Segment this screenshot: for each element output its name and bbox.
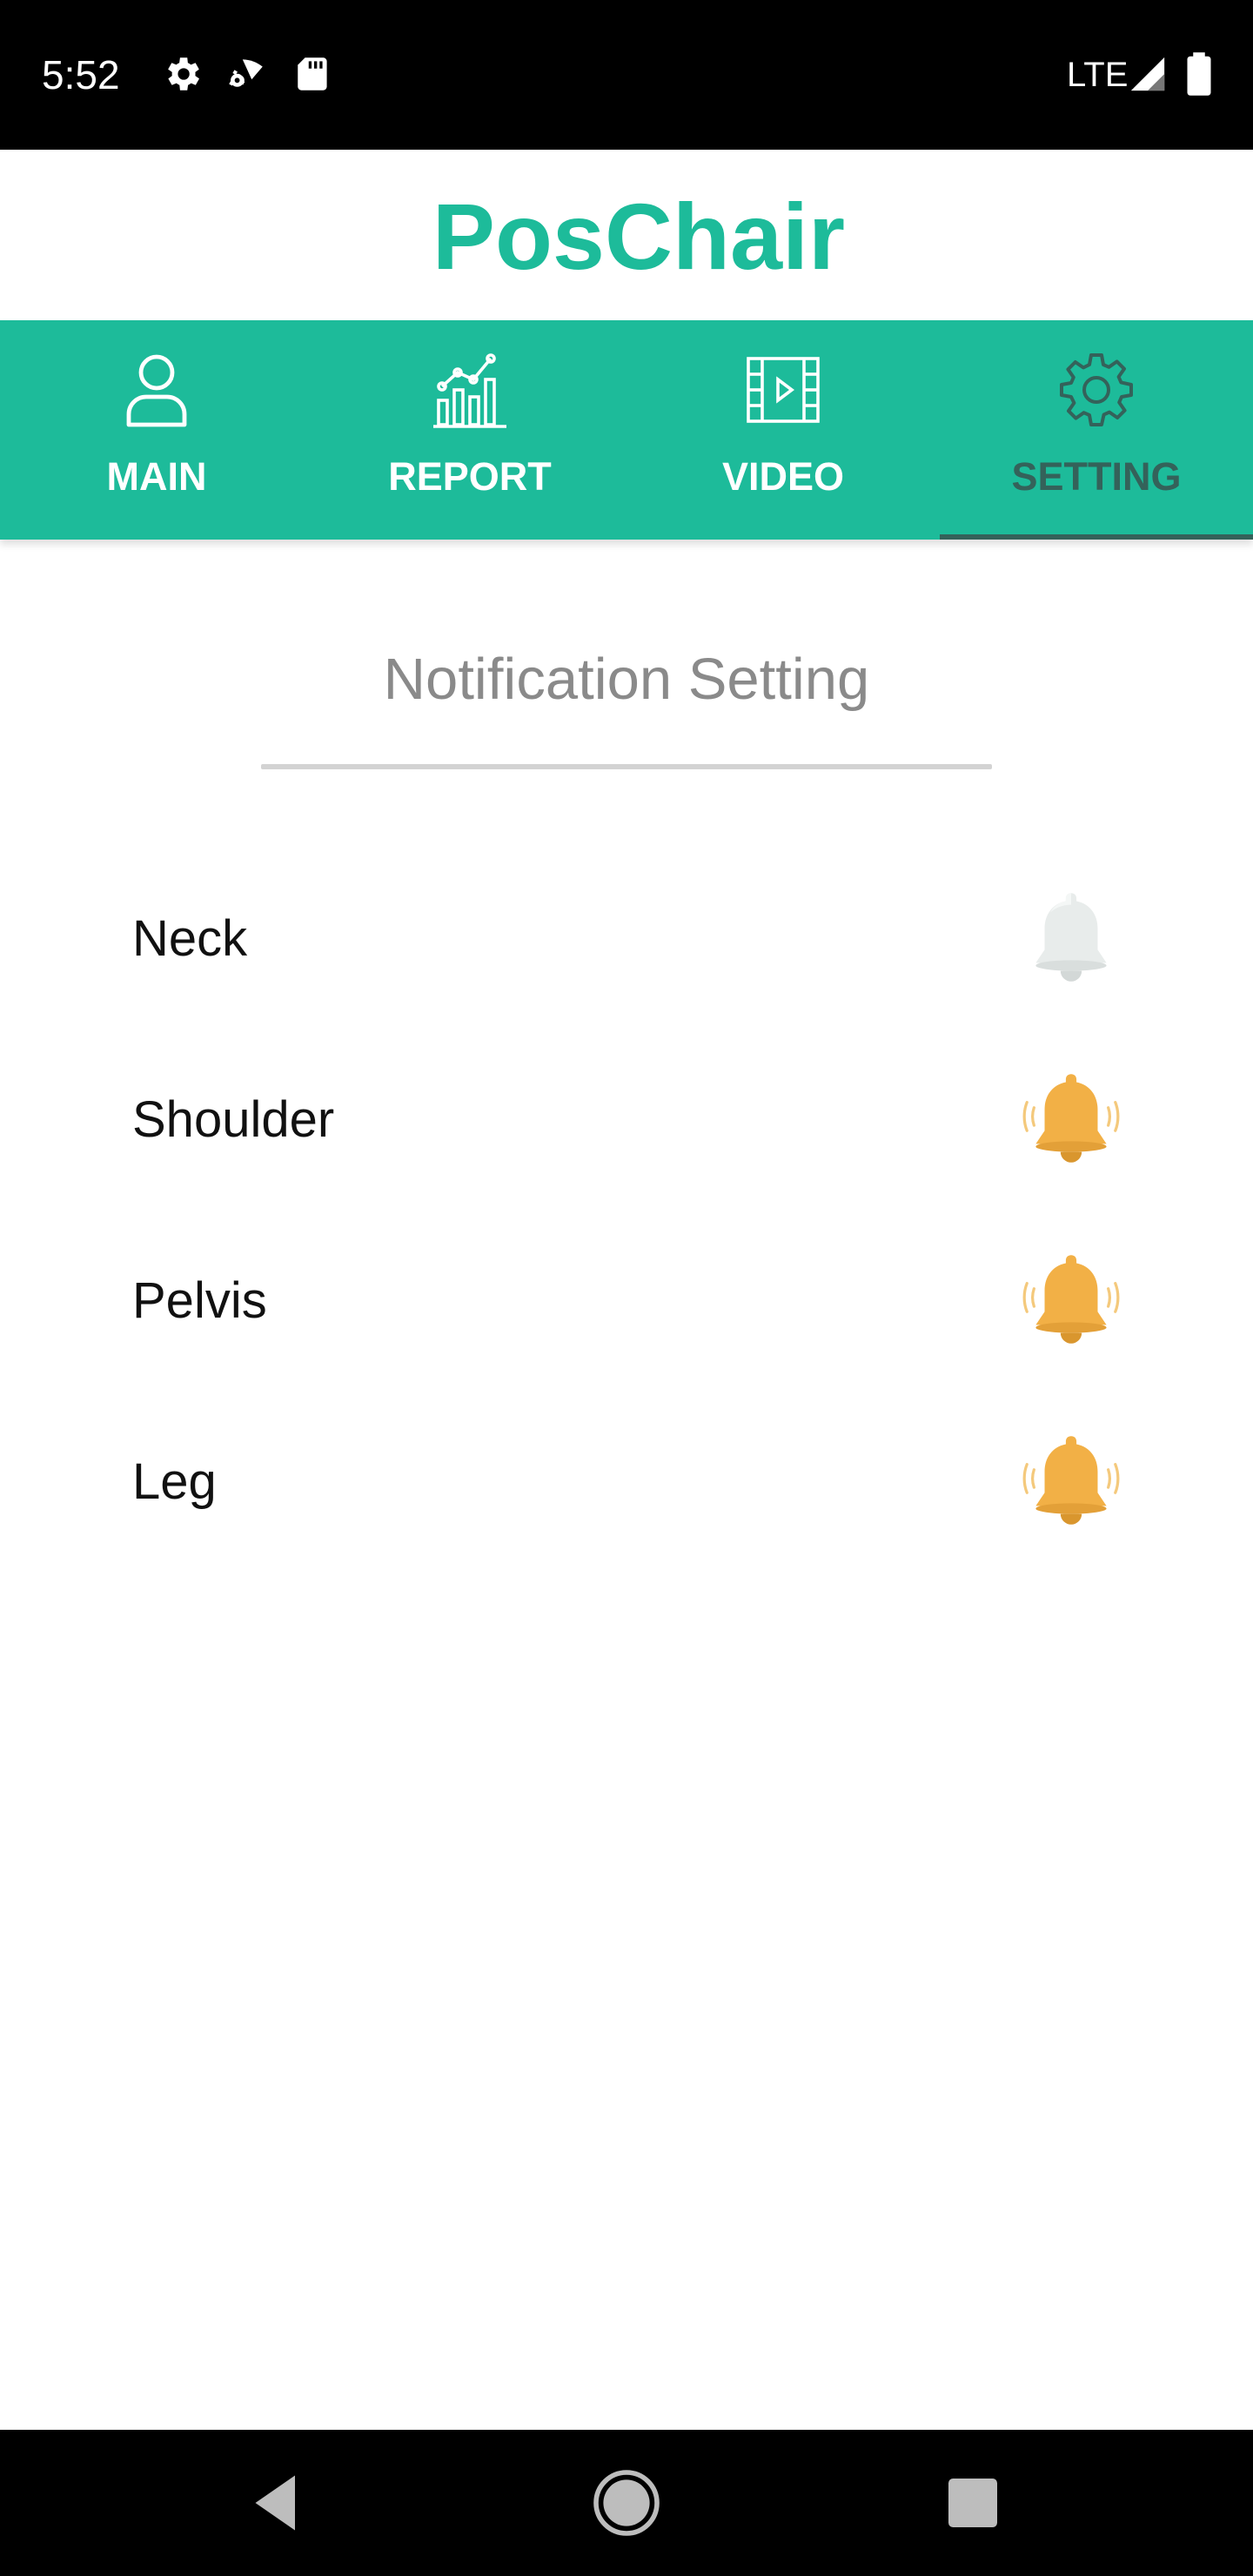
setting-row-neck: Neck (0, 848, 1253, 1029)
bell-ringing-icon[interactable] (1015, 1063, 1128, 1177)
tab-label: MAIN (106, 454, 207, 499)
user-icon (126, 354, 187, 427)
chart-icon (433, 353, 506, 428)
tab-setting[interactable]: SETTING (940, 320, 1253, 540)
setting-label: Leg (132, 1453, 217, 1510)
section-divider (261, 764, 992, 769)
bell-off-icon[interactable] (1015, 882, 1128, 996)
sd-card-icon (298, 57, 327, 91)
section-title: Notification Setting (383, 647, 870, 712)
signal-icon (1130, 57, 1165, 91)
setting-label: Neck (132, 910, 248, 967)
tab-main[interactable]: MAIN (0, 320, 313, 540)
setting-row-shoulder: Shoulder (0, 1029, 1253, 1210)
network-type: LTE (1067, 56, 1129, 94)
bell-ringing-icon[interactable] (1015, 1426, 1128, 1539)
tab-label: REPORT (388, 454, 552, 499)
setting-label: Shoulder (132, 1091, 335, 1148)
setting-row-leg: Leg (0, 1391, 1253, 1572)
recents-icon[interactable] (936, 2466, 1009, 2539)
home-icon[interactable] (590, 2466, 663, 2539)
setting-row-pelvis: Pelvis (0, 1210, 1253, 1391)
back-icon[interactable] (240, 2466, 313, 2539)
status-time: 5:52 (42, 52, 120, 97)
status-bar: 5:52 LTE (0, 0, 1253, 150)
tab-video[interactable]: VIDEO (626, 320, 940, 540)
tab-bar: MAIN REPORT VIDEO SETTING (0, 320, 1253, 540)
tab-label: SETTING (1011, 454, 1182, 499)
screen: 5:52 LTE PosChair MAIN REPORT VIDEO SETT… (0, 0, 1253, 2576)
tab-label: VIDEO (721, 454, 845, 499)
setting-label: Pelvis (132, 1272, 267, 1329)
film-icon (747, 357, 820, 423)
tab-report[interactable]: REPORT (313, 320, 626, 540)
gear-icon (168, 57, 199, 91)
gear-icon (1060, 353, 1133, 426)
battery-icon (1187, 52, 1211, 96)
system-nav-bar (0, 2430, 1253, 2576)
active-tab-indicator (940, 534, 1253, 540)
app-title: PosChair (432, 184, 846, 289)
bell-ringing-icon[interactable] (1015, 1244, 1128, 1358)
wifi-cast-icon (229, 59, 263, 87)
app-header: PosChair (0, 150, 1253, 320)
